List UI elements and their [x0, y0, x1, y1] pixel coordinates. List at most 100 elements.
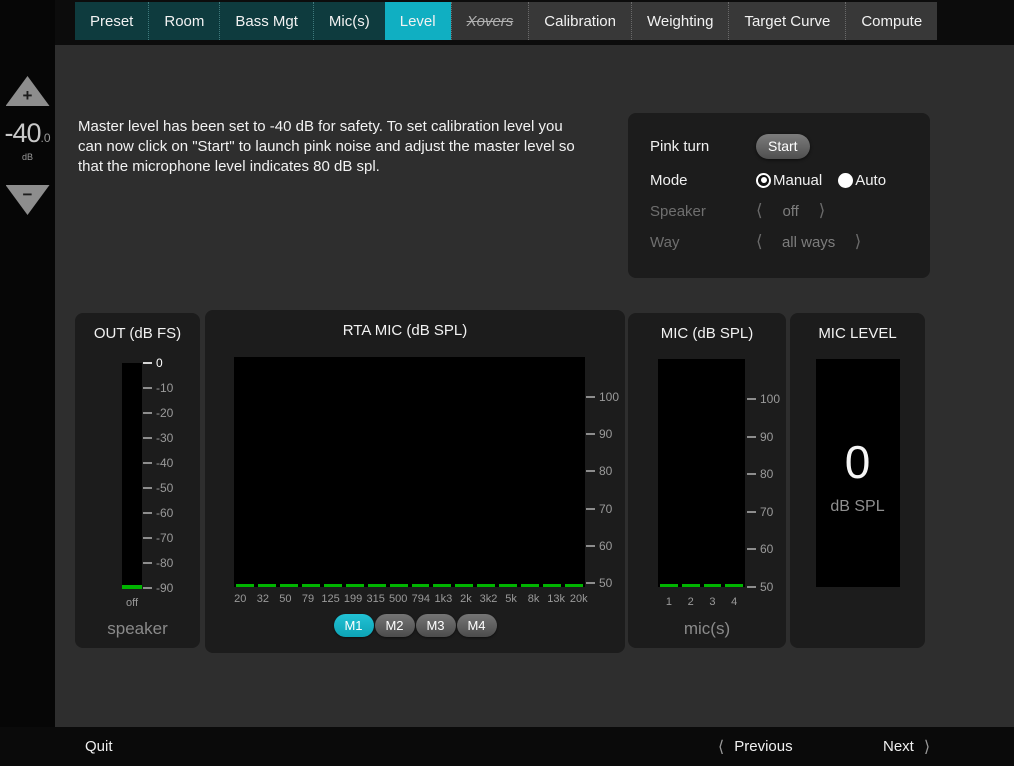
out-tick: -70: [143, 531, 173, 545]
mic-select-m4-button[interactable]: M4: [457, 614, 497, 637]
volume-db-decimal: .0: [41, 131, 51, 145]
way-next-chevron-icon[interactable]: ⟩: [855, 232, 862, 252]
mode-manual-label: Manual: [773, 172, 822, 189]
mic-channel-axis: 12 34: [658, 596, 745, 608]
tab-calibration[interactable]: Calibration: [528, 2, 631, 40]
mic-spl-tick: 60: [747, 542, 773, 556]
radio-selected-icon[interactable]: [756, 173, 771, 188]
way-row: Way ⟨ all ways ⟩: [650, 229, 918, 255]
mic-level-value: 0: [790, 435, 925, 489]
tab-bar: Preset Room Bass Mgt Mic(s) Level Xovers…: [75, 2, 937, 40]
speaker-row: Speaker ⟨ off ⟩: [650, 198, 918, 224]
speaker-value: off: [763, 203, 819, 220]
tab-xovers[interactable]: Xovers: [451, 2, 529, 40]
out-tick: -50: [143, 481, 173, 495]
out-tick: -90: [143, 581, 173, 595]
tab-target-curve[interactable]: Target Curve: [728, 2, 845, 40]
mic-meter-bars: [658, 584, 745, 587]
speaker-prev-chevron-icon[interactable]: ⟨: [756, 201, 763, 221]
tab-compute[interactable]: Compute: [845, 2, 937, 40]
radio-unselected-icon[interactable]: [838, 173, 853, 188]
mic-select-m3-button[interactable]: M3: [416, 614, 456, 637]
rta-spectrum-bars: [234, 584, 585, 587]
mic-spl-tick: 70: [747, 505, 773, 519]
mic-select-m2-button[interactable]: M2: [375, 614, 415, 637]
chevron-right-icon: ⟩: [924, 737, 930, 756]
previous-label: Previous: [734, 738, 792, 755]
minus-icon: −: [23, 185, 33, 205]
mic-meter-panel: MIC (dB SPL) 100 90 80 70 60 50 12 34 mi…: [628, 313, 786, 648]
rta-spl-tick: 90: [586, 427, 612, 441]
start-button[interactable]: Start: [756, 134, 810, 159]
rta-frequency-axis: 2032 5079 125199 315500 7941k3 2k3k2 5k8…: [229, 593, 590, 605]
mode-radio-group: Manual Auto: [756, 172, 886, 189]
chevron-left-icon: ⟨: [718, 737, 724, 756]
tab-mics[interactable]: Mic(s): [313, 2, 385, 40]
pink-turn-row: Pink turn Start: [650, 133, 918, 159]
mic-level-panel: MIC LEVEL 0 dB SPL: [790, 313, 925, 648]
out-status-label: off: [115, 597, 149, 609]
out-tick: -40: [143, 456, 173, 470]
master-volume-sidebar: + -40.0 dB −: [0, 0, 55, 766]
mic-level-title: MIC LEVEL: [790, 325, 925, 342]
out-tick: 0: [143, 356, 163, 370]
mic-caption: mic(s): [628, 619, 786, 639]
next-label: Next: [883, 738, 914, 755]
volume-down-button[interactable]: −: [0, 185, 55, 215]
mic-spl-tick: 100: [747, 392, 780, 406]
rta-spl-tick: 60: [586, 539, 612, 553]
out-tick: -60: [143, 506, 173, 520]
speaker-next-chevron-icon[interactable]: ⟩: [819, 201, 826, 221]
tab-room[interactable]: Room: [148, 2, 219, 40]
master-volume-value: -40.0: [0, 118, 55, 149]
rta-spl-tick: 80: [586, 464, 612, 478]
way-value: all ways: [763, 234, 855, 251]
rta-spl-tick: 50: [586, 576, 612, 590]
mic-spl-tick: 80: [747, 467, 773, 481]
out-tick: -10: [143, 381, 173, 395]
rta-spl-tick: 100: [586, 390, 619, 404]
out-tick: -20: [143, 406, 173, 420]
out-tick: -80: [143, 556, 173, 570]
mic-select-m1-button[interactable]: M1: [334, 614, 374, 637]
pink-noise-settings-panel: Pink turn Start Mode Manual Auto Speaker…: [628, 113, 930, 278]
volume-db-integer: -40: [4, 118, 40, 148]
out-caption: speaker: [75, 619, 200, 639]
tab-bass-mgt[interactable]: Bass Mgt: [219, 2, 313, 40]
way-prev-chevron-icon[interactable]: ⟨: [756, 232, 763, 252]
mic-meter-title: MIC (dB SPL): [628, 325, 786, 342]
triangle-up-icon[interactable]: +: [6, 76, 50, 106]
mode-row: Mode Manual Auto: [650, 167, 918, 193]
out-meter-bar: [122, 363, 142, 589]
speaker-label: Speaker: [650, 203, 756, 220]
volume-unit-label: dB: [0, 152, 55, 162]
footer-bar: Quit ⟨ Previous Next ⟩: [0, 727, 1014, 766]
mic-spl-tick: 90: [747, 430, 773, 444]
triangle-down-icon[interactable]: −: [6, 185, 50, 215]
tab-level[interactable]: Level: [385, 2, 451, 40]
rta-plot-area: [234, 357, 585, 587]
plus-icon: +: [23, 86, 33, 106]
mode-option-auto[interactable]: Auto: [838, 172, 886, 189]
tab-preset[interactable]: Preset: [75, 2, 148, 40]
rta-title: RTA MIC (dB SPL): [205, 322, 605, 339]
previous-button[interactable]: ⟨ Previous: [718, 727, 793, 766]
mode-option-manual[interactable]: Manual: [756, 172, 822, 189]
out-meter-panel: OUT (dB FS) 0 -10 -20 -30 -40 -50 -60 -7…: [75, 313, 200, 648]
mic-select-row: M1 M2 M3 M4: [205, 614, 625, 637]
header-bar: Preset Room Bass Mgt Mic(s) Level Xovers…: [0, 0, 1014, 45]
rta-spl-tick: 70: [586, 502, 612, 516]
instruction-text: Master level has been set to -40 dB for …: [78, 117, 588, 177]
out-meter-title: OUT (dB FS): [75, 325, 200, 342]
tab-weighting[interactable]: Weighting: [631, 2, 728, 40]
mode-auto-label: Auto: [855, 172, 886, 189]
volume-up-button[interactable]: +: [0, 76, 55, 106]
next-button[interactable]: Next ⟩: [883, 727, 930, 766]
quit-button[interactable]: Quit: [85, 727, 113, 766]
mic-level-unit: dB SPL: [790, 498, 925, 516]
mic-meter-area: [658, 359, 745, 587]
mode-label: Mode: [650, 172, 756, 189]
out-tick: -30: [143, 431, 173, 445]
pink-turn-label: Pink turn: [650, 138, 756, 155]
out-meter-level: [122, 585, 142, 589]
